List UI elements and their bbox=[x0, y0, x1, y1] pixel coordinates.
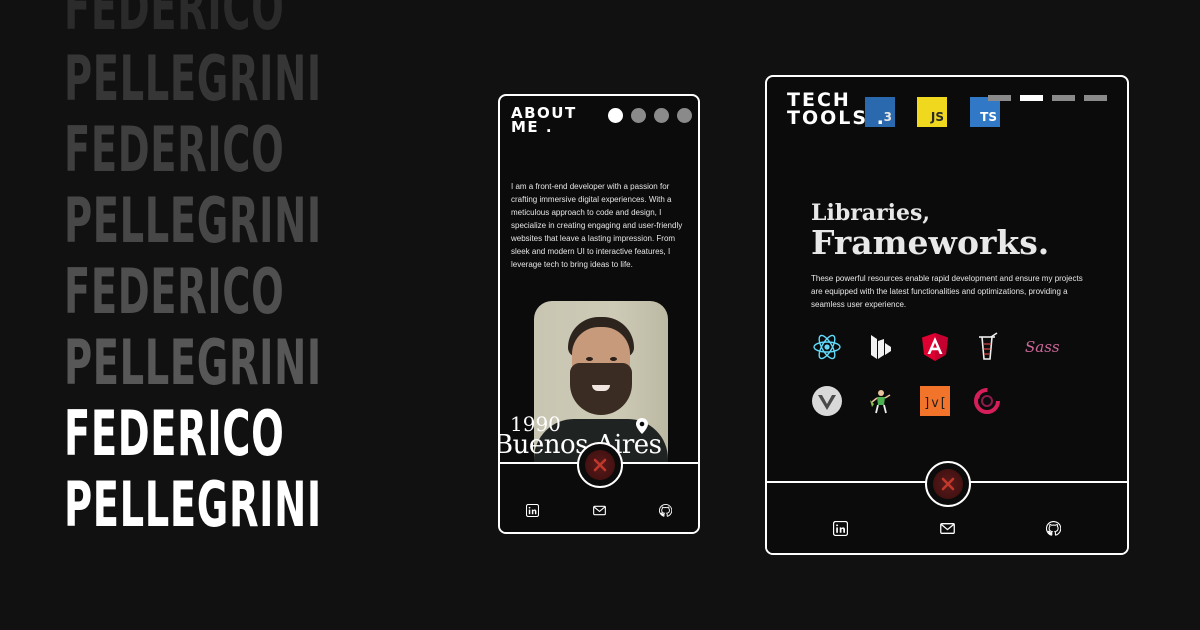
social-links bbox=[833, 521, 1061, 536]
angular-icon bbox=[922, 333, 948, 361]
about-paragraph: I am a front-end developer with a passio… bbox=[511, 182, 683, 269]
pagination-dot[interactable] bbox=[631, 108, 646, 123]
redux-saga-icon bbox=[974, 388, 1000, 414]
vuetify-icon bbox=[812, 386, 842, 416]
linkedin-icon[interactable] bbox=[526, 504, 539, 517]
name-stack: FEDERICO PELLEGRINI FEDERICO PELLEGRINI … bbox=[64, 0, 480, 540]
github-icon[interactable] bbox=[1046, 521, 1061, 536]
close-x-icon bbox=[941, 477, 955, 491]
section-heading: Libraries, Frameworks. bbox=[811, 200, 1050, 262]
linkedin-icon[interactable] bbox=[833, 521, 848, 536]
name-line-highlight: FEDERICO bbox=[64, 397, 285, 470]
pagination-dots bbox=[608, 108, 692, 123]
pagination-dot[interactable] bbox=[654, 108, 669, 123]
gulp-icon bbox=[979, 332, 998, 360]
name-line: PELLEGRINI bbox=[64, 326, 322, 399]
jest-icon bbox=[870, 390, 891, 414]
menu-button[interactable] bbox=[925, 461, 971, 507]
menu-button[interactable] bbox=[577, 442, 623, 488]
name-line: PELLEGRINI bbox=[64, 184, 322, 257]
pagination-dash-active[interactable] bbox=[1020, 95, 1043, 101]
sass-icon: Sass bbox=[1025, 338, 1060, 356]
github-icon[interactable] bbox=[659, 504, 672, 517]
about-title: ABOUT ME . bbox=[511, 104, 577, 136]
name-line: FEDERICO bbox=[64, 0, 285, 44]
section-description: These powerful resources enable rapid de… bbox=[811, 274, 1083, 309]
name-line-highlight: PELLEGRINI bbox=[64, 468, 322, 541]
tablet-mockup: 3 JS TS TECH TOOLS . Libraries, Framewor… bbox=[765, 75, 1129, 555]
pagination-dash[interactable] bbox=[1052, 95, 1075, 101]
name-line: PELLEGRINI bbox=[64, 42, 322, 115]
svg-text:]v[: ]v[ bbox=[923, 396, 946, 411]
name-line: FEDERICO bbox=[64, 113, 285, 186]
close-x-icon bbox=[593, 458, 607, 472]
phone-mockup: ABOUT ME . I am a front-end developer wi… bbox=[498, 94, 700, 534]
pagination-dot[interactable] bbox=[677, 108, 692, 123]
pagination-dashes bbox=[988, 95, 1107, 101]
pagination-dot-active[interactable] bbox=[608, 108, 623, 123]
javascript-icon: JS bbox=[917, 97, 947, 127]
webflow-icon bbox=[871, 335, 891, 359]
mithril-icon: ]v[ bbox=[920, 386, 950, 416]
name-line: FEDERICO bbox=[64, 255, 285, 328]
pagination-dash[interactable] bbox=[988, 95, 1011, 101]
tech-tools-title: TECH TOOLS . bbox=[787, 89, 886, 129]
pagination-dash[interactable] bbox=[1084, 95, 1107, 101]
svg-text:Sass: Sass bbox=[1025, 338, 1060, 356]
social-links bbox=[526, 504, 672, 517]
mail-icon[interactable] bbox=[592, 504, 606, 517]
mail-icon[interactable] bbox=[939, 521, 955, 536]
react-icon bbox=[813, 334, 841, 360]
typescript-icon: TS bbox=[970, 97, 1000, 127]
